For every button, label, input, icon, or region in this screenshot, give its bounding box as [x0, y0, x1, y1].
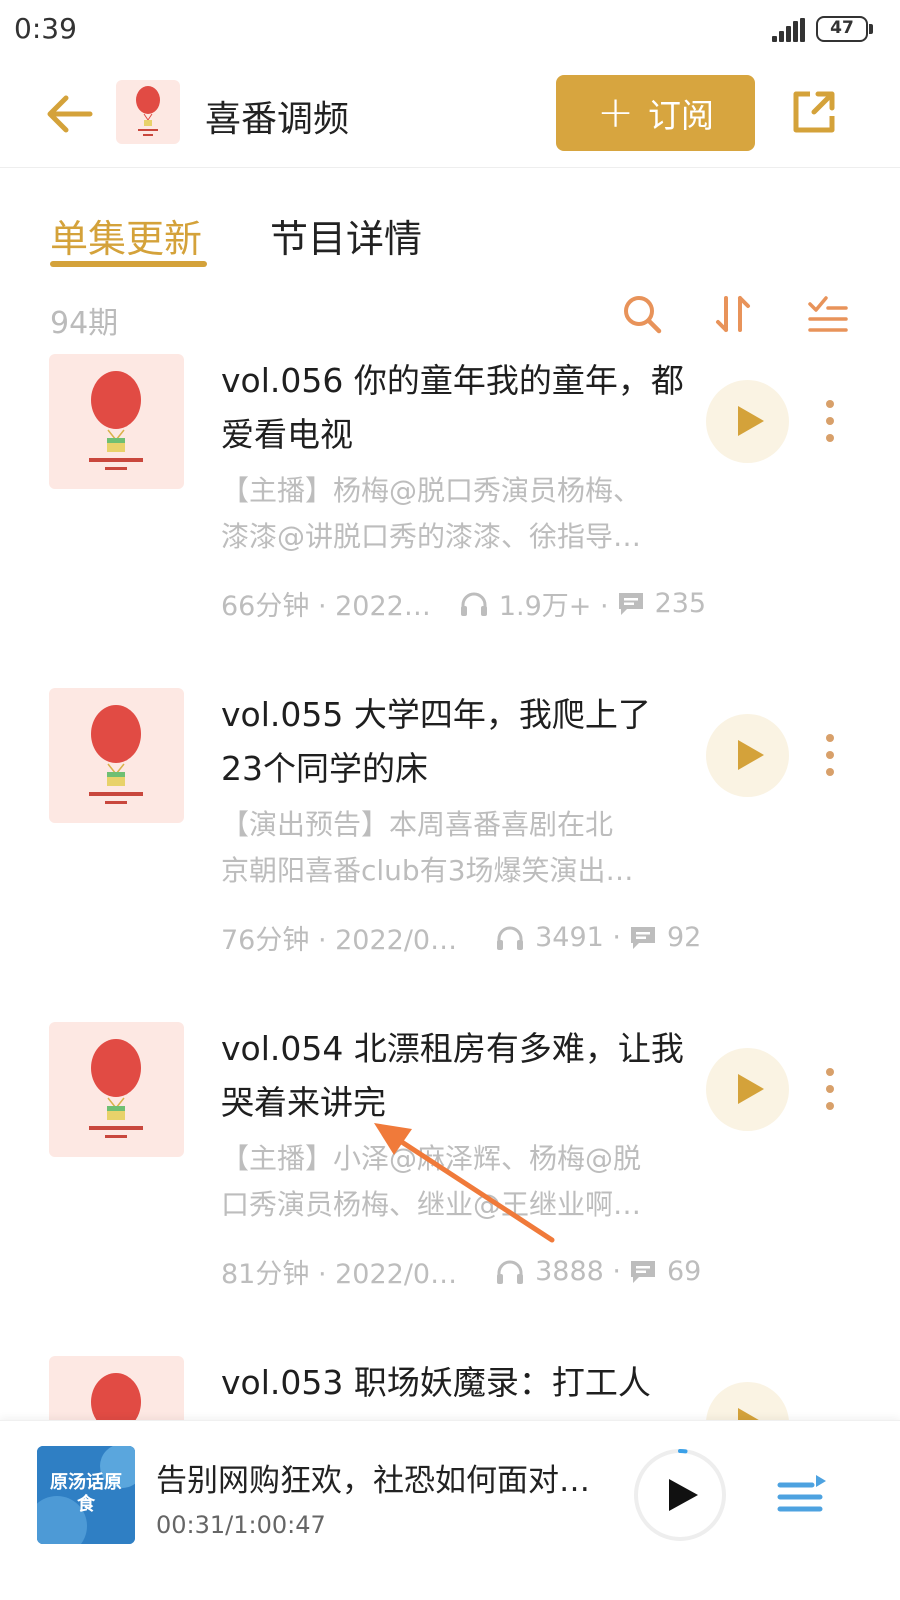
episode-row[interactable]: vol.055 大学四年，我爬上了23个同学的床 【演出预告】本周喜番喜剧在北 …: [0, 688, 900, 1022]
balloon-icon: [89, 1039, 143, 1138]
play-button[interactable]: [706, 1048, 789, 1131]
play-icon: [738, 1408, 759, 1420]
balloon-icon: [89, 371, 143, 470]
play-button[interactable]: [706, 380, 789, 463]
comment-icon: [630, 926, 655, 949]
more-dot-icon: [826, 400, 834, 408]
subscribe-button[interactable]: + 订阅: [556, 75, 755, 151]
episode-meta: 66分钟 · 2022… 1.9万+ · 235: [221, 584, 706, 623]
search-button[interactable]: [620, 292, 664, 336]
more-dot-icon: [826, 734, 834, 742]
more-dot-icon: [826, 434, 834, 442]
episode-title[interactable]: vol.054 北漂租房有多难，让我哭着来讲完: [221, 1022, 691, 1130]
episode-description: 【演出预告】本周喜番喜剧在北 京朝阳喜番club有3场爆笑演出…: [221, 808, 634, 887]
episode-row[interactable]: vol.056 你的童年我的童年，都爱看电视 【主播】杨梅@脱口秀演员杨梅、 漆…: [0, 354, 900, 688]
sort-button[interactable]: [712, 292, 756, 336]
batch-select-button[interactable]: [806, 292, 850, 336]
more-button[interactable]: [815, 1066, 845, 1112]
episode-plays: 1.9万+ ·: [498, 591, 609, 622]
more-dot-icon: [826, 1068, 834, 1076]
more-dot-icon: [826, 768, 834, 776]
player-time: 00:31/1:00:47: [156, 1511, 326, 1539]
episode-cover: [49, 354, 184, 489]
play-icon: [738, 740, 764, 770]
player-play-button[interactable]: [632, 1447, 728, 1543]
tab-episodes[interactable]: 单集更新: [50, 208, 202, 263]
more-dot-icon: [826, 1102, 834, 1110]
more-dot-icon: [826, 1085, 834, 1093]
signal-icon: [772, 18, 806, 42]
episode-title[interactable]: vol.056 你的童年我的童年，都爱看电视: [221, 354, 691, 462]
tab-details[interactable]: 节目详情: [270, 208, 422, 263]
episode-comments: 92: [666, 922, 702, 953]
playlist-icon: [777, 1475, 826, 1512]
balloon-icon: [136, 86, 160, 136]
play-icon: [738, 406, 764, 436]
episode-row[interactable]: vol.053 职场妖魔录：打工人: [0, 1356, 900, 1420]
episode-duration: 81分钟 · 2022/0…: [221, 1259, 458, 1290]
episode-comments: 69: [666, 1256, 702, 1287]
battery-icon: 47: [816, 16, 873, 42]
back-button[interactable]: [40, 86, 98, 142]
player-cover[interactable]: 原汤话原食: [37, 1446, 135, 1544]
episode-description: 【主播】杨梅@脱口秀演员杨梅、 漆漆@讲脱口秀的漆漆、徐指导…: [221, 474, 642, 553]
episode-title[interactable]: vol.053 职场妖魔录：打工人: [221, 1356, 691, 1410]
subscribe-label: 订阅: [647, 96, 714, 135]
status-time: 0:39: [14, 12, 77, 45]
play-icon: [634, 1449, 726, 1541]
status-bar: 0:39 47: [0, 0, 900, 62]
episode-duration: 66分钟 · 2022…: [221, 591, 431, 622]
arrow-left-icon: [47, 95, 93, 133]
annotation-arrow-icon: [374, 1123, 555, 1243]
episode-meta: 81分钟 · 2022/0… 3888 · 69: [221, 1252, 701, 1291]
top-bar: 喜番调频 + 订阅: [0, 62, 900, 168]
more-dot-icon: [826, 417, 834, 425]
balloon-icon: [89, 705, 143, 804]
episode-plays: 3491 ·: [535, 922, 621, 953]
episode-cover: [49, 688, 184, 823]
playlist-button[interactable]: [770, 1467, 830, 1527]
channel-logo[interactable]: [116, 80, 180, 144]
episode-comments: 235: [654, 588, 707, 619]
more-button[interactable]: [815, 398, 845, 444]
player-title[interactable]: 告别网购狂欢，社恐如何面对…: [156, 1455, 596, 1500]
play-icon: [738, 1074, 764, 1104]
episode-count: 94期: [50, 306, 119, 341]
share-icon: [793, 91, 835, 133]
episode-cover: [49, 1022, 184, 1157]
play-button[interactable]: [706, 1382, 789, 1420]
episode-duration: 76分钟 · 2022/0…: [221, 925, 458, 956]
more-button[interactable]: [815, 732, 845, 778]
episode-meta: 76分钟 · 2022/0… 3491 · 92: [221, 918, 701, 957]
search-icon: [624, 296, 662, 334]
mini-player[interactable]: 原汤话原食 告别网购狂欢，社恐如何面对… 00:31/1:00:47: [0, 1420, 900, 1600]
balloon-icon: [91, 1373, 141, 1420]
channel-name: 喜番调频: [205, 99, 350, 140]
player-cover-text: 原汤话原食: [50, 1472, 122, 1515]
episode-title[interactable]: vol.055 大学四年，我爬上了23个同学的床: [221, 688, 691, 796]
headphones-icon: [497, 926, 524, 950]
comment-icon: [630, 1260, 655, 1283]
more-dot-icon: [826, 751, 834, 759]
headphones-icon: [460, 592, 487, 616]
episode-plays: 3888 ·: [535, 1256, 621, 1287]
episode-cover: [49, 1356, 184, 1420]
plus-icon: +: [597, 87, 634, 138]
checklist-icon: [808, 296, 848, 332]
play-button[interactable]: [706, 714, 789, 797]
comment-icon: [618, 592, 643, 615]
sort-icon: [716, 296, 750, 332]
share-button[interactable]: [788, 86, 840, 138]
tab-indicator: [50, 261, 207, 267]
headphones-icon: [497, 1260, 524, 1284]
